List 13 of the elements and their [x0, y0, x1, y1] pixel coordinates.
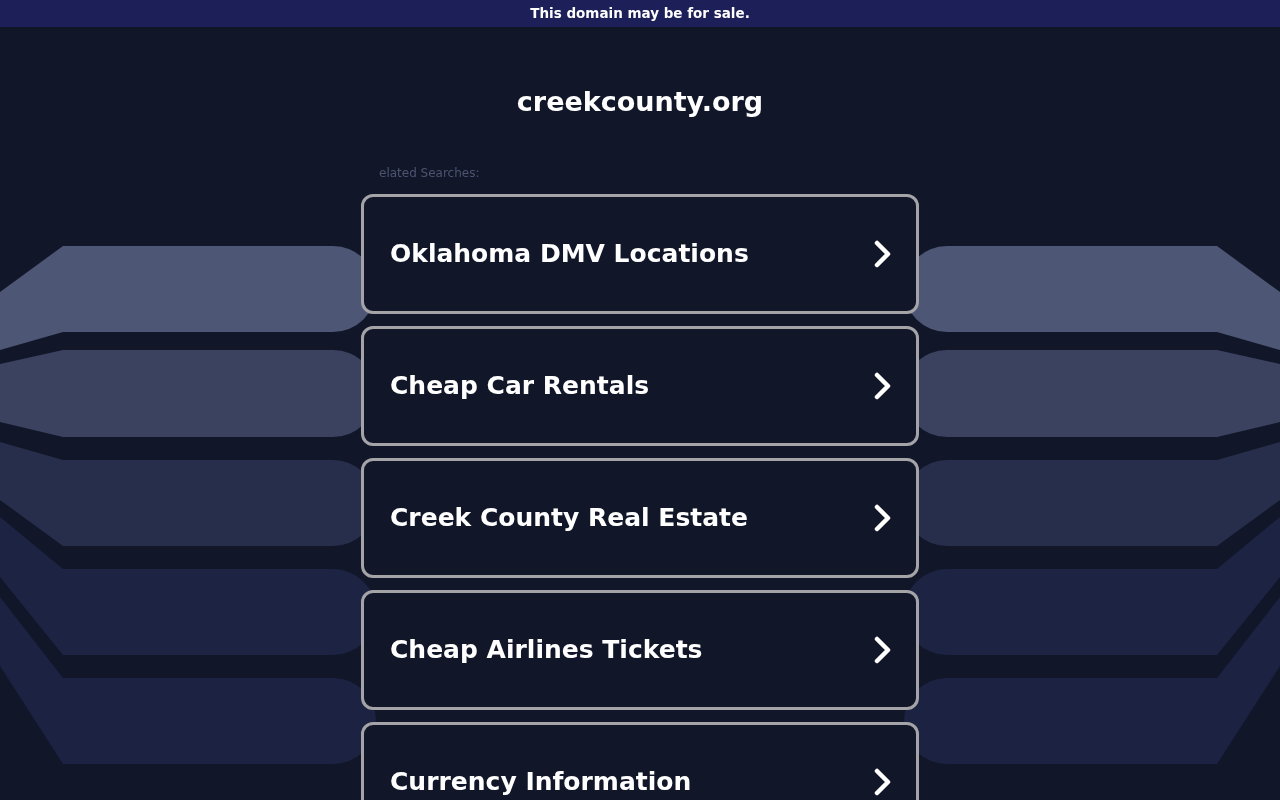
domain-title: creekcounty.org — [515, 87, 765, 117]
related-search-link[interactable]: Cheap Car Rentals — [361, 325, 919, 446]
related-search-link[interactable]: Cheap Airlines Tickets — [361, 589, 919, 710]
chevron-right-icon — [874, 503, 892, 532]
sale-notice: This domain may be for sale. — [530, 4, 750, 24]
chevron-right-icon — [874, 635, 892, 664]
related-searches-heading: elated Searches: — [379, 164, 481, 182]
related-search-link[interactable]: Creek County Real Estate — [361, 457, 919, 578]
chevron-right-icon — [874, 239, 892, 268]
chevron-right-icon — [874, 371, 892, 400]
related-search-link[interactable]: Currency Information — [361, 721, 919, 800]
chevron-right-icon — [874, 767, 892, 796]
related-search-link[interactable]: Oklahoma DMV Locations — [361, 193, 919, 314]
